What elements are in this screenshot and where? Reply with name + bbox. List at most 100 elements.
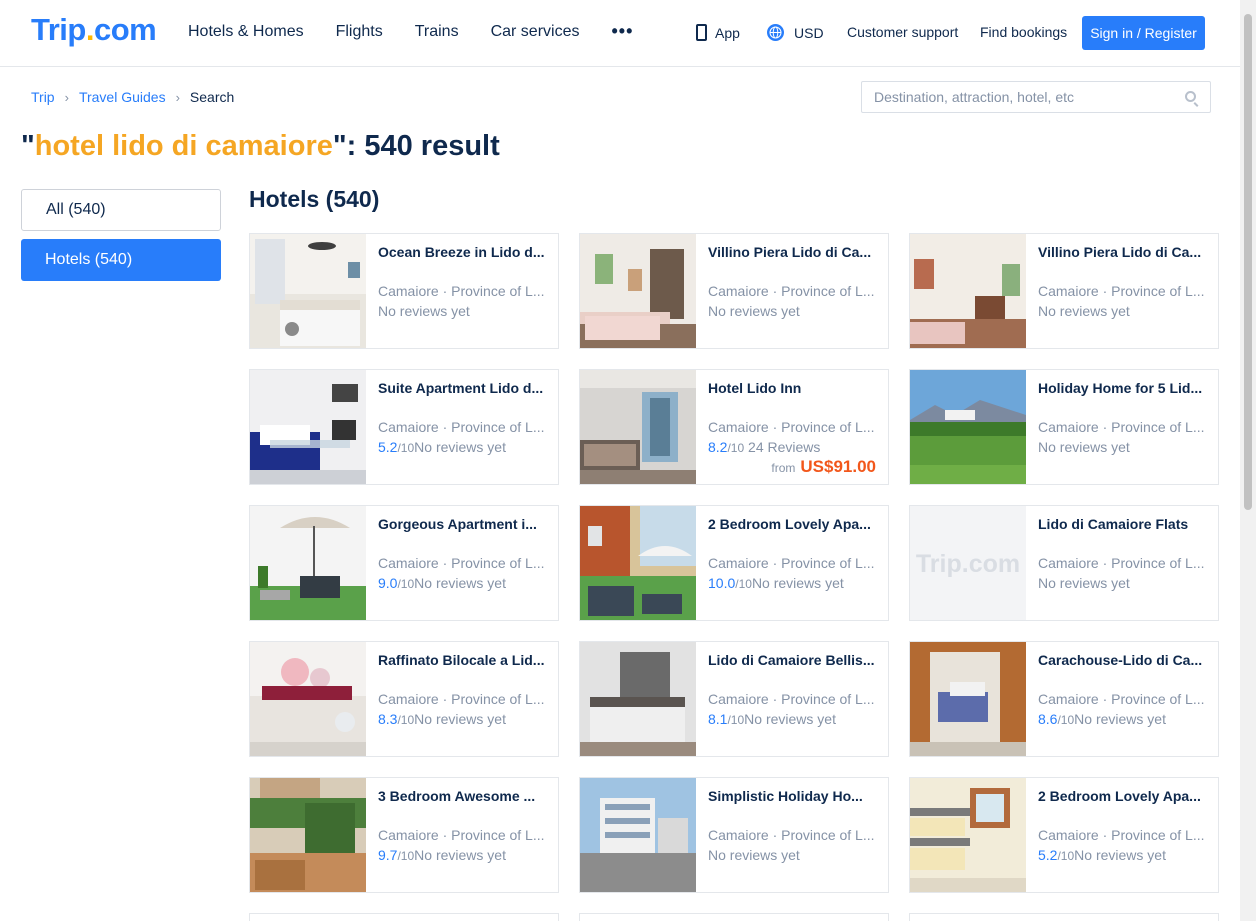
hotel-name[interactable]: Villino Piera Lido di Ca... — [1038, 244, 1208, 260]
hotel-name[interactable]: Simplistic Holiday Ho... — [708, 788, 878, 804]
review-count: No reviews yet — [1038, 575, 1130, 591]
review-count: No reviews yet — [414, 575, 506, 591]
nav-car-services[interactable]: Car services — [491, 23, 580, 42]
hotel-name[interactable]: Carachouse-Lido di Ca... — [1038, 652, 1208, 668]
hotel-photo[interactable] — [580, 506, 696, 620]
hotel-name[interactable]: Holiday Home for 5 Lid... — [1038, 380, 1208, 396]
review-count: No reviews yet — [708, 847, 800, 863]
hotel-name[interactable]: Villino Piera Lido di Ca... — [708, 244, 878, 260]
hotel-location: Camaiore · Province of L... — [1038, 283, 1205, 299]
more-menu-icon[interactable]: ••• — [611, 21, 633, 42]
sign-in-register-button[interactable]: Sign in / Register — [1082, 16, 1205, 50]
chevron-right-icon: › — [64, 89, 69, 105]
hotel-photo[interactable] — [580, 370, 696, 484]
hotel-rating-row: 9.0/10No reviews yet — [378, 575, 506, 591]
nav-hotels-homes[interactable]: Hotels & Homes — [188, 23, 304, 42]
hotel-rating-row: 8.3/10No reviews yet — [378, 711, 506, 727]
breadcrumb: Trip › Travel Guides › Search — [31, 89, 234, 105]
hotel-name[interactable]: Hotel Lido Inn — [708, 380, 878, 396]
rating-max: /10 — [1057, 849, 1075, 863]
hotel-rating-row: 10.0/10No reviews yet — [708, 575, 844, 591]
find-bookings-link[interactable]: Find bookings — [980, 24, 1067, 40]
hotel-card[interactable]: Simplistic Holiday Ho... Camaiore · Provi… — [579, 777, 889, 893]
nav-trains[interactable]: Trains — [415, 23, 459, 42]
trip-logo[interactable]: Trip.com — [31, 12, 157, 48]
hotel-photo[interactable] — [910, 778, 1026, 892]
hotel-card[interactable]: 3 Bedroom Awesome ... Camaiore · Province… — [249, 777, 559, 893]
hotel-card[interactable]: Hotel Lido Inn Camaiore · Province of L..… — [579, 369, 889, 485]
hotel-card[interactable]: Holiday Home for 5 Lid... Camaiore · Prov… — [909, 369, 1219, 485]
hotel-card[interactable]: Ocean Breeze in Lido d... Camaiore · Prov… — [249, 233, 559, 349]
search-icon[interactable] — [1185, 91, 1196, 102]
filter-hotels[interactable]: Hotels (540) — [21, 239, 221, 281]
hotel-photo[interactable] — [250, 506, 366, 620]
rating-max: /10 — [397, 713, 415, 727]
hotel-photo[interactable] — [910, 642, 1026, 756]
hotel-card[interactable]: Trip.com Lido di Camaiore Flats Camaiore ·… — [909, 505, 1219, 621]
hotel-location: Camaiore · Province of L... — [378, 827, 545, 843]
hotel-photo[interactable] — [250, 642, 366, 756]
hotel-card[interactable]: Villino Piera Lido di Ca... Camaiore · Pr… — [909, 233, 1219, 349]
hotel-card[interactable]: Suite Apartment Lido d... Camaiore · Prov… — [249, 369, 559, 485]
currency-selector[interactable]: USD — [767, 24, 824, 41]
hotel-name[interactable]: Lido di Camaiore Flats — [1038, 516, 1208, 532]
rating-score: 9.0 — [378, 575, 398, 591]
hotel-rating-row: No reviews yet — [1038, 439, 1130, 455]
hotel-card-partial[interactable] — [579, 913, 889, 921]
hotel-name[interactable]: 2 Bedroom Lovely Apa... — [1038, 788, 1208, 804]
hotel-location: Camaiore · Province of L... — [1038, 419, 1205, 435]
hotel-card[interactable]: 2 Bedroom Lovely Apa... Camaiore · Provin… — [579, 505, 889, 621]
hotel-name[interactable]: Ocean Breeze in Lido d... — [378, 244, 548, 260]
hotel-photo[interactable] — [580, 234, 696, 348]
breadcrumb-trip[interactable]: Trip — [31, 89, 55, 105]
hotel-photo[interactable] — [250, 234, 366, 348]
hotel-name[interactable]: Gorgeous Apartment i... — [378, 516, 548, 532]
hotel-photo[interactable] — [580, 642, 696, 756]
hotel-photo[interactable] — [910, 234, 1026, 348]
hotel-name[interactable]: Suite Apartment Lido d... — [378, 380, 548, 396]
hotel-photo[interactable] — [910, 370, 1026, 484]
hotel-card-partial[interactable] — [909, 913, 1219, 921]
placeholder-logo: Trip.com — [910, 506, 1026, 620]
hotel-location: Camaiore · Province of L... — [1038, 555, 1205, 571]
hotel-photo[interactable] — [250, 370, 366, 484]
nav-flights[interactable]: Flights — [336, 23, 383, 42]
hotel-photo[interactable] — [250, 778, 366, 892]
hotel-location: Camaiore · Province of L... — [378, 691, 545, 707]
hotel-card[interactable]: Gorgeous Apartment i... Camaiore · Provin… — [249, 505, 559, 621]
hotel-name[interactable]: Raffinato Bilocale a Lid... — [378, 652, 548, 668]
hotel-card[interactable]: Lido di Camaiore Bellis... Camaiore · Pro… — [579, 641, 889, 757]
filter-all[interactable]: All (540) — [21, 189, 221, 231]
hotel-location: Camaiore · Province of L... — [708, 283, 875, 299]
rating-score: 10.0 — [708, 575, 736, 591]
hotel-card[interactable]: Raffinato Bilocale a Lid... Camaiore · Pr… — [249, 641, 559, 757]
hotel-name[interactable]: Lido di Camaiore Bellis... — [708, 652, 878, 668]
hotel-card[interactable]: 2 Bedroom Lovely Apa... Camaiore · Provin… — [909, 777, 1219, 893]
hotel-rating-row: No reviews yet — [1038, 303, 1130, 319]
hotel-rating-row: 9.7/10No reviews yet — [378, 847, 506, 863]
search-input[interactable] — [874, 89, 1174, 105]
page-scrollbar[interactable] — [1240, 0, 1256, 921]
review-count: No reviews yet — [751, 575, 844, 591]
hotel-photo[interactable] — [580, 778, 696, 892]
review-count: No reviews yet — [1038, 303, 1130, 319]
hotel-name[interactable]: 3 Bedroom Awesome ... — [378, 788, 548, 804]
hotel-location: Camaiore · Province of L... — [1038, 691, 1205, 707]
scrollbar-thumb[interactable] — [1244, 14, 1252, 510]
hotel-card[interactable]: Villino Piera Lido di Ca... Camaiore · Pr… — [579, 233, 889, 349]
currency-label: USD — [794, 24, 824, 41]
hotel-rating-row: No reviews yet — [378, 303, 470, 319]
hotel-photo[interactable]: Trip.com — [910, 506, 1026, 620]
breadcrumb-travel-guides[interactable]: Travel Guides — [79, 89, 166, 105]
rating-max: /10 — [1057, 713, 1075, 727]
review-count: 24 Reviews — [744, 439, 821, 455]
hotel-rating-row: No reviews yet — [708, 847, 800, 863]
hotel-card[interactable]: Carachouse-Lido di Ca... Camaiore · Provi… — [909, 641, 1219, 757]
app-link[interactable]: App — [696, 24, 740, 41]
app-label: App — [715, 24, 740, 41]
hotel-card-partial[interactable] — [249, 913, 559, 921]
hotel-name[interactable]: 2 Bedroom Lovely Apa... — [708, 516, 878, 532]
review-count: No reviews yet — [414, 847, 506, 863]
price-row: from US$91.00 — [771, 457, 876, 477]
customer-support-link[interactable]: Customer support — [847, 24, 958, 40]
